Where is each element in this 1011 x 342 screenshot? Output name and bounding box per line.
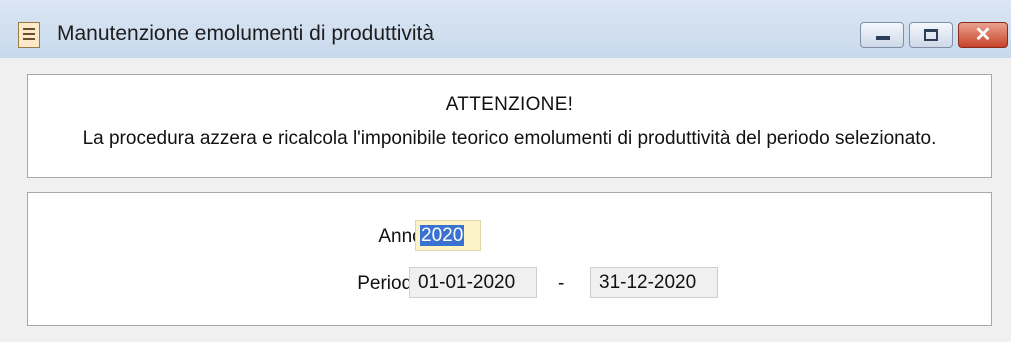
close-button[interactable]: ✕ bbox=[958, 22, 1008, 48]
close-icon: ✕ bbox=[974, 24, 992, 46]
periodo-from-field[interactable]: 01-01-2020 bbox=[409, 267, 537, 298]
periodo-to-field[interactable]: 31-12-2020 bbox=[590, 267, 718, 298]
window-title: Manutenzione emolumenti di produttività bbox=[57, 22, 435, 45]
notice-heading: ATTENZIONE! bbox=[445, 94, 574, 115]
maximize-button[interactable] bbox=[909, 22, 953, 48]
periodo-separator: - bbox=[558, 273, 565, 294]
period-form-panel: Anno: 2020 Periodo: 01-01-2020 - 31-12-2… bbox=[27, 192, 992, 326]
dialog-window: Manutenzione emolumenti di produttività … bbox=[0, 0, 1011, 342]
anno-value: 2020 bbox=[420, 225, 465, 246]
maximize-icon bbox=[924, 29, 938, 41]
app-icon bbox=[18, 22, 40, 48]
title-bar[interactable]: Manutenzione emolumenti di produttività … bbox=[0, 0, 1011, 58]
anno-input[interactable]: 2020 bbox=[415, 220, 481, 251]
minimize-icon bbox=[876, 36, 890, 40]
notice-panel: ATTENZIONE! La procedura azzera e ricalc… bbox=[27, 74, 992, 178]
notice-message: La procedura azzera e ricalcola l'imponi… bbox=[82, 128, 937, 149]
minimize-button[interactable] bbox=[860, 22, 904, 48]
